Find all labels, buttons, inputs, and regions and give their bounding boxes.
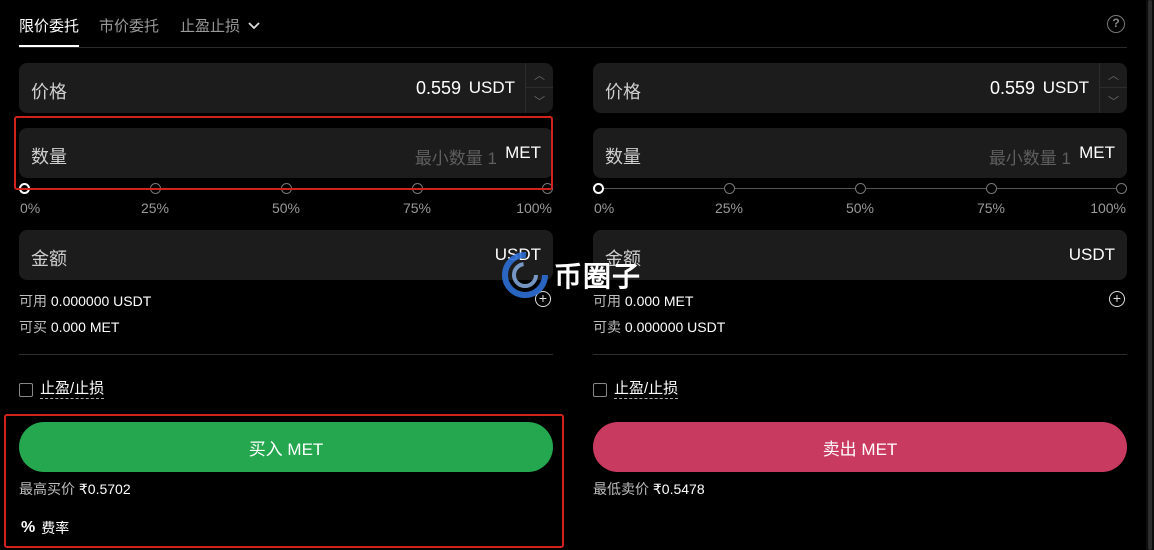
tpsl-label[interactable]: 止盈/止损 xyxy=(614,380,679,399)
buy-price-unit: USDT xyxy=(468,78,515,97)
chevron-down-icon[interactable]: ﹀ xyxy=(1100,88,1127,113)
buy-price-value[interactable]: 0.559 xyxy=(416,78,461,99)
lowest-sell-price: 最低卖价 ₹0.5478 xyxy=(593,479,705,499)
buy-amount-unit: USDT xyxy=(494,245,541,264)
slider-tick-label: 25% xyxy=(140,200,170,216)
sell-price-unit: USDT xyxy=(1042,78,1089,97)
slider-knob-75[interactable] xyxy=(412,183,423,194)
buy-price-field[interactable]: 价格 0.559 USDT ︿ ﹀ xyxy=(19,63,553,113)
sell-price-field[interactable]: 价格 0.559 USDT ︿ ﹀ xyxy=(593,63,1127,113)
slider-tick-label: 100% xyxy=(516,200,552,216)
slider-knob-100[interactable] xyxy=(1116,183,1127,194)
slider-knob-100[interactable] xyxy=(542,183,553,194)
can-sell-label: 可卖 xyxy=(593,319,621,335)
chevron-up-icon[interactable]: ︿ xyxy=(526,63,553,88)
slider-knob-50[interactable] xyxy=(855,183,866,194)
sell-can-sell: 可卖 0.000000 USDT xyxy=(593,317,725,337)
tpsl-checkbox[interactable] xyxy=(593,382,607,397)
fee-rate-link[interactable]: % 费率 xyxy=(21,518,69,538)
can-buy-value: 0.000 MET xyxy=(50,319,120,335)
buy-price-stepper: ︿ ﹀ xyxy=(525,63,553,113)
buy-percent-slider[interactable]: 0% 25% 50% 75% 100% xyxy=(19,180,553,220)
slider-tick-label: 25% xyxy=(714,200,744,216)
available-label: 可用 xyxy=(593,293,621,309)
sell-price-stepper: ︿ ﹀ xyxy=(1099,63,1127,113)
sell-price-value[interactable]: 0.559 xyxy=(990,78,1035,99)
slider-knob-75[interactable] xyxy=(986,183,997,194)
buy-met-button[interactable]: 买入 MET xyxy=(19,422,553,472)
highest-buy-price-label: 最高买价 xyxy=(19,481,75,497)
plus-circle-icon[interactable]: + xyxy=(535,291,551,307)
slider-tick-label: 75% xyxy=(402,200,432,216)
chevron-down-icon[interactable]: ﹀ xyxy=(526,88,553,113)
plus-circle-icon[interactable]: + xyxy=(1109,291,1125,307)
sell-percent-slider[interactable]: 0% 25% 50% 75% 100% xyxy=(593,180,1127,220)
slider-tick-label: 100% xyxy=(1090,200,1126,216)
buy-amount-label: 金额 xyxy=(31,249,67,269)
tpsl-label[interactable]: 止盈/止损 xyxy=(40,380,105,399)
scrollbar-thumb[interactable] xyxy=(1148,0,1152,550)
available-value: 0.000000 USDT xyxy=(50,293,152,309)
can-sell-value: 0.000000 USDT xyxy=(624,319,726,335)
highest-buy-price-value: ₹0.5702 xyxy=(78,481,131,497)
chevron-up-icon[interactable]: ︿ xyxy=(1100,63,1127,88)
slider-knob-0[interactable] xyxy=(593,183,604,194)
buy-quantity-label: 数量 xyxy=(31,147,67,167)
slider-knob-0[interactable] xyxy=(19,183,30,194)
sell-amount-field[interactable]: 金额 USDT xyxy=(593,230,1127,280)
slider-knob-25[interactable] xyxy=(724,183,735,194)
slider-knob-50[interactable] xyxy=(281,183,292,194)
lowest-sell-price-label: 最低卖价 xyxy=(593,481,649,497)
sell-quantity-field[interactable]: 数量 最小数量 1 MET xyxy=(593,128,1127,178)
buy-available: 可用 0.000000 USDT xyxy=(19,291,151,311)
sell-price-label: 价格 xyxy=(605,82,641,102)
divider xyxy=(593,354,1127,355)
scrollbar[interactable] xyxy=(1146,0,1154,550)
slider-knob-25[interactable] xyxy=(150,183,161,194)
fee-rate-label: 费率 xyxy=(41,520,70,536)
sell-available: 可用 0.000 MET xyxy=(593,291,693,311)
sell-met-button[interactable]: 卖出 MET xyxy=(593,422,1127,472)
slider-tick-label: 50% xyxy=(845,200,875,216)
buy-quantity-field[interactable]: 数量 最小数量 1 MET xyxy=(19,128,553,178)
sell-quantity-unit: MET xyxy=(1079,143,1115,162)
percent-icon: % xyxy=(21,519,36,536)
buy-quantity-unit: MET xyxy=(505,143,541,162)
divider xyxy=(19,354,553,355)
sell-panel: 价格 0.559 USDT ︿ ﹀ 数量 最小数量 1 MET 0% 25% 5… xyxy=(593,0,1127,550)
highest-buy-price: 最高买价 ₹0.5702 xyxy=(19,479,131,499)
tpsl-checkbox[interactable] xyxy=(19,382,33,397)
slider-tick-label: 0% xyxy=(20,200,41,216)
available-value: 0.000 MET xyxy=(624,293,694,309)
buy-panel: 价格 0.559 USDT ︿ ﹀ 数量 最小数量 1 MET 0% 25% 5… xyxy=(19,0,553,550)
sell-quantity-label: 数量 xyxy=(605,147,641,167)
sell-amount-label: 金额 xyxy=(605,249,641,269)
can-buy-label: 可买 xyxy=(19,319,47,335)
buy-price-label: 价格 xyxy=(31,82,67,102)
slider-tick-label: 0% xyxy=(594,200,615,216)
buy-can-buy: 可买 0.000 MET xyxy=(19,317,119,337)
slider-tick-label: 75% xyxy=(976,200,1006,216)
lowest-sell-price-value: ₹0.5478 xyxy=(652,481,705,497)
buy-quantity-placeholder[interactable]: 最小数量 1 xyxy=(415,144,497,169)
sell-quantity-placeholder[interactable]: 最小数量 1 xyxy=(989,144,1071,169)
sell-tpsl-toggle[interactable]: 止盈/止损 xyxy=(593,380,679,399)
slider-tick-label: 50% xyxy=(271,200,301,216)
buy-tpsl-toggle[interactable]: 止盈/止损 xyxy=(19,380,105,399)
sell-amount-unit: USDT xyxy=(1068,245,1115,264)
buy-amount-field[interactable]: 金额 USDT xyxy=(19,230,553,280)
available-label: 可用 xyxy=(19,293,47,309)
